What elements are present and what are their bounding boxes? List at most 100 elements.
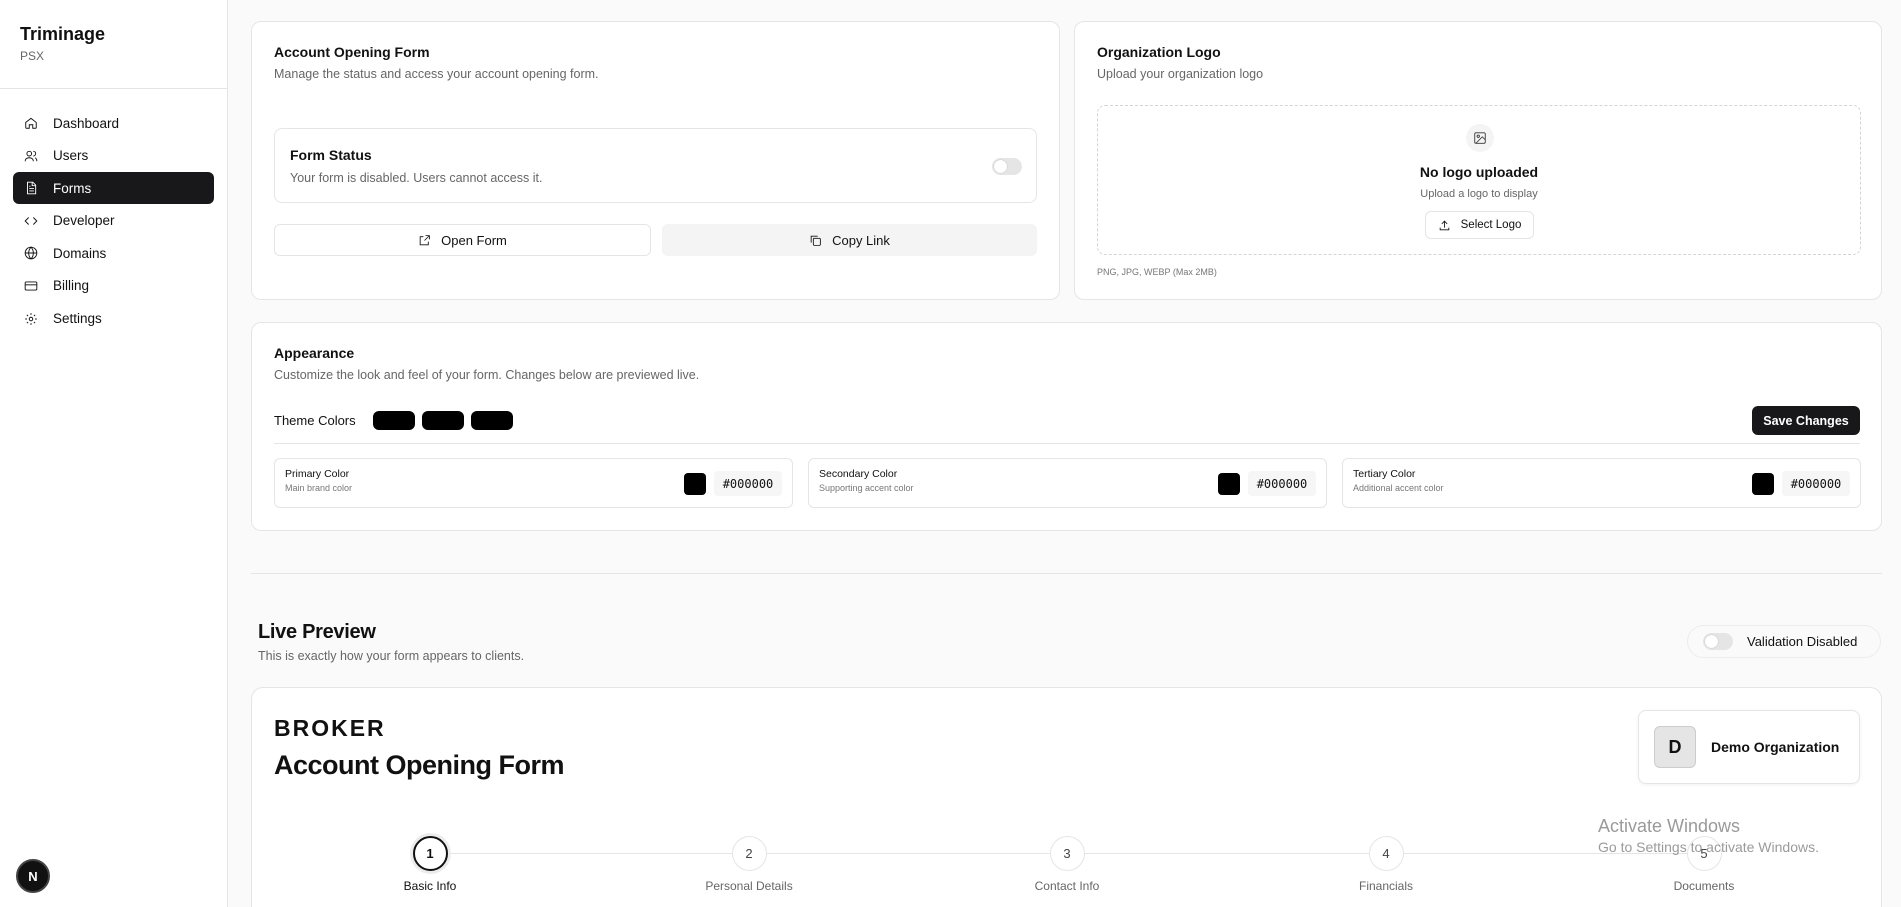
sidebar-item-label: Domains bbox=[53, 245, 107, 261]
color-description: Main brand color bbox=[285, 483, 353, 493]
section-divider bbox=[251, 573, 1882, 574]
step-number: 2 bbox=[731, 836, 767, 871]
sidebar-item-domains[interactable]: Domains bbox=[13, 237, 214, 269]
organization-badge: D Demo Organization bbox=[1638, 710, 1860, 784]
divider bbox=[274, 443, 1860, 444]
upload-icon bbox=[1439, 220, 1449, 230]
form-preview-card: BROKER Account Opening Form D Demo Organ… bbox=[251, 687, 1882, 907]
step-label: Documents bbox=[1673, 879, 1735, 893]
card-description: Upload your organization logo bbox=[1097, 67, 1264, 81]
validation-label: Validation Disabled bbox=[1747, 634, 1858, 649]
org-avatar: D bbox=[1654, 726, 1696, 768]
step-number: 1 bbox=[412, 836, 448, 871]
account-form-card: Account Opening Form Manage the status a… bbox=[251, 21, 1060, 300]
organization-logo-card: Organization Logo Upload your organizati… bbox=[1074, 21, 1882, 300]
open-form-label: Open Form bbox=[441, 232, 507, 248]
file-type-hint: PNG, JPG, WEBP (Max 2MB) bbox=[1097, 267, 1217, 277]
brand-name: Triminage bbox=[20, 24, 106, 44]
step-number: 3 bbox=[1049, 836, 1085, 871]
sidebar: Triminage PSX Dashboard Users Forms Deve… bbox=[0, 0, 228, 907]
step-financials[interactable]: 4 Financials bbox=[1326, 836, 1446, 893]
logo-drop-zone[interactable]: No logo uploaded Upload a logo to displa… bbox=[1097, 105, 1861, 255]
step-label: Financials bbox=[1358, 879, 1414, 893]
sidebar-item-label: Dashboard bbox=[53, 115, 120, 131]
theme-swatch-secondary bbox=[421, 411, 464, 430]
secondary-color-picker[interactable] bbox=[1218, 473, 1240, 495]
color-description: Supporting accent color bbox=[819, 483, 914, 493]
sidebar-item-label: Forms bbox=[53, 180, 92, 196]
step-personal-details[interactable]: 2 Personal Details bbox=[689, 836, 809, 893]
card-title: Account Opening Form bbox=[274, 44, 430, 60]
validation-toggle-pill[interactable]: Validation Disabled bbox=[1687, 625, 1881, 658]
step-label: Personal Details bbox=[705, 879, 793, 893]
copy-icon bbox=[810, 235, 821, 246]
primary-color-hex-input[interactable]: #000000 bbox=[714, 471, 782, 496]
sidebar-item-label: Users bbox=[53, 148, 89, 164]
brand: Triminage PSX bbox=[0, 0, 227, 89]
no-logo-title: No logo uploaded bbox=[1419, 164, 1539, 180]
theme-swatch-primary bbox=[372, 411, 415, 430]
activate-windows-watermark: Activate Windows Go to Settings to activ… bbox=[1598, 816, 1819, 855]
sidebar-item-label: Settings bbox=[53, 311, 102, 327]
no-logo-subtitle: Upload a logo to display bbox=[1420, 188, 1538, 200]
theme-swatch-tertiary bbox=[470, 411, 513, 430]
gear-icon bbox=[24, 312, 38, 326]
card-description: Customize the look and feel of your form… bbox=[274, 368, 700, 382]
validation-toggle[interactable] bbox=[1703, 633, 1733, 650]
step-contact-info[interactable]: 3 Contact Info bbox=[1007, 836, 1127, 893]
sidebar-item-settings[interactable]: Settings bbox=[13, 303, 214, 335]
tertiary-color-hex-input[interactable]: #000000 bbox=[1782, 471, 1850, 496]
secondary-color-field: Secondary Color Supporting accent color … bbox=[808, 458, 1327, 508]
color-inputs: Primary Color Main brand color #000000 S… bbox=[274, 458, 1861, 508]
tertiary-color-picker[interactable] bbox=[1752, 473, 1774, 495]
globe-icon bbox=[24, 246, 38, 260]
save-changes-button[interactable]: Save Changes bbox=[1752, 406, 1860, 435]
step-label: Basic Info bbox=[403, 879, 457, 893]
sidebar-item-billing[interactable]: Billing bbox=[13, 270, 214, 302]
open-form-button[interactable]: Open Form bbox=[274, 224, 651, 256]
form-status-description: Your form is disabled. Users cannot acce… bbox=[290, 171, 543, 185]
color-name: Tertiary Color bbox=[1353, 468, 1416, 480]
card-title: Organization Logo bbox=[1097, 44, 1221, 60]
card-title: Appearance bbox=[274, 345, 355, 361]
preview-brand: BROKER bbox=[274, 715, 386, 741]
sidebar-nav: Dashboard Users Forms Developer Domains … bbox=[0, 89, 227, 335]
live-preview-title: Live Preview bbox=[258, 621, 376, 643]
home-icon bbox=[24, 116, 38, 130]
form-actions: Open Form Copy Link bbox=[274, 224, 1037, 256]
color-name: Primary Color bbox=[285, 468, 350, 480]
form-status-title: Form Status bbox=[290, 147, 372, 163]
sidebar-item-users[interactable]: Users bbox=[13, 140, 214, 172]
primary-color-picker[interactable] bbox=[684, 473, 706, 495]
card-description: Manage the status and access your accoun… bbox=[274, 67, 599, 81]
primary-color-field: Primary Color Main brand color #000000 bbox=[274, 458, 793, 508]
step-basic-info[interactable]: 1 Basic Info bbox=[370, 836, 490, 893]
select-logo-label: Select Logo bbox=[1460, 219, 1522, 231]
select-logo-button[interactable]: Select Logo bbox=[1425, 211, 1534, 239]
sidebar-item-label: Billing bbox=[53, 278, 90, 294]
dev-tools-badge[interactable]: N bbox=[16, 859, 50, 893]
live-preview-subtitle: This is exactly how your form appears to… bbox=[258, 649, 525, 663]
sidebar-item-dashboard[interactable]: Dashboard bbox=[13, 107, 214, 139]
watermark-title: Activate Windows bbox=[1598, 816, 1741, 836]
step-number: 4 bbox=[1368, 836, 1404, 871]
watermark-subtitle: Go to Settings to activate Windows. bbox=[1598, 839, 1819, 855]
step-label: Contact Info bbox=[1034, 879, 1100, 893]
color-name: Secondary Color bbox=[819, 468, 898, 480]
tertiary-color-field: Tertiary Color Additional accent color #… bbox=[1342, 458, 1861, 508]
file-icon bbox=[24, 181, 38, 195]
appearance-card: Appearance Customize the look and feel o… bbox=[251, 322, 1882, 531]
sidebar-item-forms[interactable]: Forms bbox=[13, 172, 214, 205]
form-status-toggle[interactable] bbox=[992, 158, 1022, 175]
sidebar-item-developer[interactable]: Developer bbox=[13, 205, 214, 237]
secondary-color-hex-input[interactable]: #000000 bbox=[1248, 471, 1316, 496]
brand-sub: PSX bbox=[20, 49, 45, 63]
credit-card-icon bbox=[24, 279, 38, 293]
copy-link-button[interactable]: Copy Link bbox=[662, 224, 1037, 256]
users-icon bbox=[24, 149, 38, 163]
org-name: Demo Organization bbox=[1711, 739, 1840, 755]
preview-form-title: Account Opening Form bbox=[274, 750, 565, 780]
theme-colors-row: Theme Colors bbox=[274, 411, 520, 430]
copy-link-label: Copy Link bbox=[832, 232, 890, 248]
image-icon bbox=[1466, 124, 1494, 152]
